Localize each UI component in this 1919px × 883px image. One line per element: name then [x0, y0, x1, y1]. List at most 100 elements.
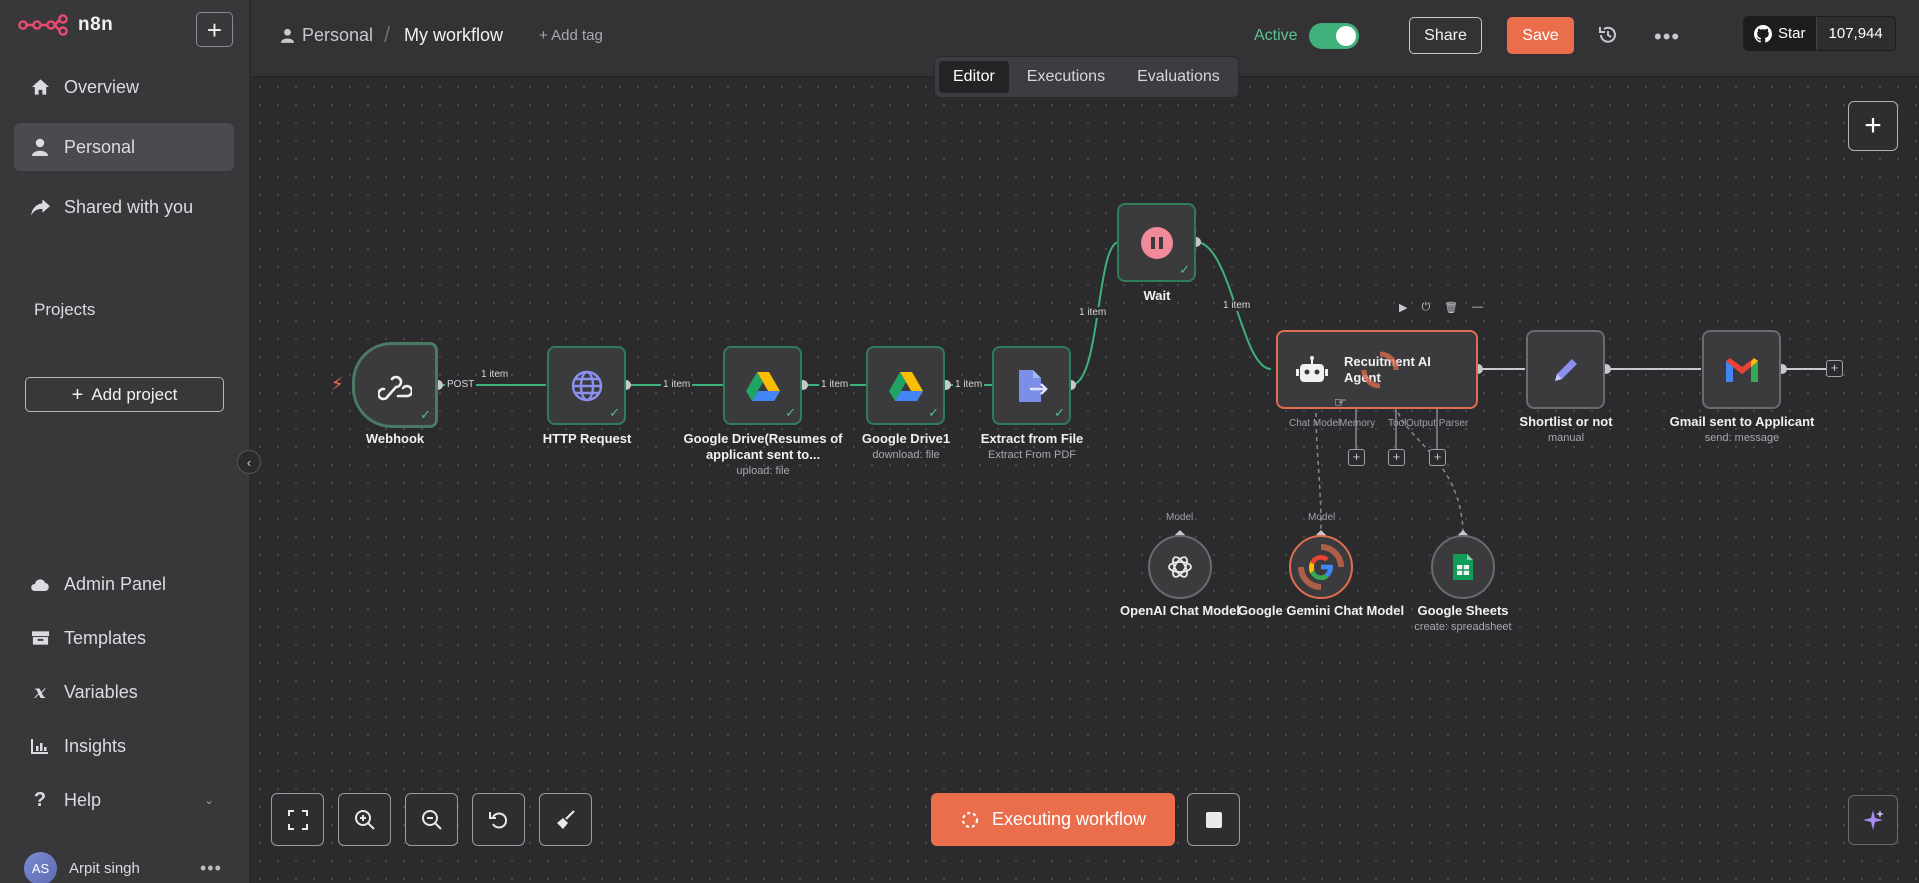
tidy-up-button[interactable] [539, 793, 592, 846]
success-check-icon: ✓ [420, 407, 431, 422]
google-drive-icon [745, 371, 780, 401]
reset-zoom-button[interactable] [472, 793, 525, 846]
gmail-icon [1725, 357, 1758, 382]
sidebar-item-overview[interactable]: Overview [14, 63, 234, 111]
more-icon[interactable]: ••• [1654, 24, 1680, 50]
workflow-name[interactable]: My workflow [404, 25, 503, 46]
add-project-label: Add project [91, 384, 178, 404]
node-openai-chat-model[interactable] [1148, 535, 1212, 599]
zoom-in-button[interactable] [338, 793, 391, 846]
share-icon [30, 197, 50, 217]
sidebar-item-admin-panel[interactable]: Admin Panel [14, 560, 234, 608]
globe-icon [571, 370, 602, 401]
add-output-parser-button[interactable]: + [1429, 449, 1446, 466]
github-star-button[interactable]: Star 107,944 [1743, 16, 1896, 51]
fit-view-button[interactable] [271, 793, 324, 846]
n8n-logo-icon [18, 14, 68, 36]
active-toggle[interactable] [1309, 23, 1359, 49]
user-menu[interactable]: AS Arpit singh [24, 852, 140, 883]
workflow-canvas[interactable]: Editor Executions Evaluations + POST 1 i… [251, 56, 1919, 883]
sidebar-item-shared[interactable]: Shared with you [14, 183, 234, 231]
node-sub-gmail: send: message [1704, 432, 1780, 444]
ai-assistant-button[interactable] [1848, 795, 1898, 845]
node-google-drive1[interactable]: ✓ [866, 346, 945, 425]
share-button[interactable]: Share [1409, 17, 1482, 54]
executing-workflow-button[interactable]: Executing workflow [931, 793, 1175, 846]
save-button[interactable]: Save [1507, 17, 1574, 54]
node-label-http-request: HTTP Request [542, 431, 632, 446]
history-icon[interactable] [1597, 24, 1619, 46]
edge-label-item: 1 item [953, 379, 985, 390]
tab-editor[interactable]: Editor [939, 61, 1009, 93]
edge-label-item: 1 item [819, 379, 851, 390]
active-label: Active [1254, 27, 1298, 44]
power-icon[interactable]: ⏻ [1421, 301, 1430, 314]
stop-execution-button[interactable] [1187, 793, 1240, 846]
undo-icon [488, 811, 507, 828]
sidebar-item-insights[interactable]: Insights [14, 722, 234, 770]
spinner-icon [961, 811, 979, 828]
add-tool-button[interactable]: + [1388, 449, 1405, 466]
node-extract-from-file[interactable]: ✓ [992, 346, 1071, 425]
trigger-bolt-icon: ⚡ [331, 374, 344, 394]
sidebar-item-label: Help [64, 789, 102, 810]
edge-label-post: POST [445, 379, 477, 390]
tab-evaluations[interactable]: Evaluations [1123, 61, 1234, 93]
add-project-button[interactable]: + Add project [25, 377, 224, 412]
question-icon: ? [33, 788, 47, 811]
google-sheets-icon [1453, 554, 1473, 580]
play-icon[interactable]: ▶ [1399, 301, 1407, 314]
view-tabs: Editor Executions Evaluations [934, 56, 1239, 98]
more-icon[interactable]: ••• [200, 858, 222, 879]
node-shortlist[interactable] [1526, 330, 1605, 409]
sidebar-item-templates[interactable]: Templates [14, 614, 234, 662]
node-label-wait: Wait [1143, 288, 1171, 303]
port-label-output-parser: Output Parser [1406, 418, 1469, 429]
sidebar-item-help[interactable]: ? Help ⌄ [14, 776, 234, 824]
create-new-button[interactable]: + [196, 12, 233, 47]
home-icon [30, 77, 50, 97]
sidebar-item-label: Shared with you [64, 196, 194, 217]
sidebar-item-label: Templates [64, 627, 147, 648]
node-http-request[interactable]: ✓ [547, 346, 626, 425]
more-icon[interactable]: — [1472, 301, 1483, 314]
box-icon [30, 628, 50, 648]
cloud-icon [30, 574, 50, 594]
zoom-in-icon [354, 809, 375, 830]
variable-icon: x [34, 681, 46, 703]
trash-icon[interactable]: 🗑 [1444, 301, 1458, 314]
sidebar-item-variables[interactable]: x Variables [14, 668, 234, 716]
node-webhook[interactable]: ✓ [352, 342, 438, 428]
node-google-sheets[interactable] [1431, 535, 1495, 599]
tab-executions[interactable]: Executions [1013, 61, 1119, 93]
user-icon [30, 137, 50, 157]
add-memory-button[interactable]: + [1348, 449, 1365, 466]
projects-heading: Projects [34, 300, 96, 319]
broom-icon [556, 809, 575, 829]
avatar: AS [24, 852, 57, 883]
edge-label-item: 1 item [479, 369, 511, 380]
collapse-sidebar-button[interactable]: ‹ [237, 450, 261, 474]
edge-label-item: 1 item [1077, 307, 1109, 318]
node-wait[interactable]: ✓ [1117, 203, 1196, 282]
n8n-logo[interactable]: n8n [18, 14, 113, 36]
google-drive-icon [888, 371, 923, 401]
node-google-gemini-chat-model[interactable] [1289, 535, 1353, 599]
port-label-model: Model [1308, 512, 1336, 523]
chevron-down-icon: ⌄ [203, 793, 214, 807]
node-sub-shortlist: manual [1547, 432, 1585, 444]
node-sub-extract-from-file: Extract From PDF [987, 449, 1076, 461]
user-name: Arpit singh [69, 860, 140, 877]
logo-text: n8n [78, 14, 114, 35]
node-google-drive[interactable]: ✓ [723, 346, 802, 425]
sidebar-item-label: Variables [64, 681, 138, 702]
add-tag-button[interactable]: + Add tag [539, 27, 603, 44]
edge-label-item: 1 item [661, 379, 693, 390]
add-next-node-button[interactable]: + [1826, 360, 1843, 377]
breadcrumb-project[interactable]: Personal [281, 25, 373, 46]
node-recruitment-ai-agent[interactable]: Recuitment AI Agent ☞ [1276, 330, 1478, 410]
sidebar-item-label: Overview [64, 76, 140, 97]
node-gmail[interactable] [1702, 330, 1781, 409]
zoom-out-button[interactable] [405, 793, 458, 846]
sidebar-item-personal[interactable]: Personal [14, 123, 234, 171]
